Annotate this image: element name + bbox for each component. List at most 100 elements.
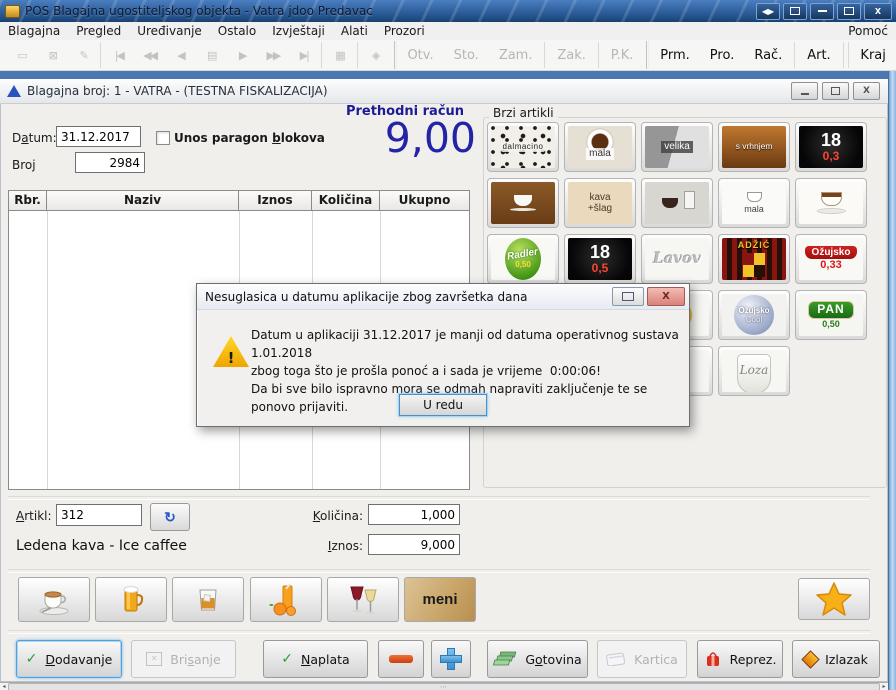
brisanje-button: ✕ Brisanje [131,640,236,678]
scroll-right-arrow-icon[interactable]: ▸ [880,683,888,690]
dialog-message-line: Datum u aplikaciji 31.12.2017 je manji o… [251,326,679,362]
check-icon: ✓ [281,651,293,667]
quick-item-ozujsko-cool[interactable]: Ožujsko Cool [718,290,790,340]
menu-item[interactable]: Ostalo [210,24,264,38]
quick-item-kava-mala[interactable]: mala [564,122,636,172]
gift-bag-icon [704,650,722,668]
quick-item-kava-s-vrhnjem[interactable]: s vrhnjem [718,122,790,172]
app-icon [5,5,20,18]
quick-item-radler[interactable]: Radler 0,50 [487,234,559,284]
reprez-button[interactable]: Reprez. [697,640,783,678]
close-button[interactable]: X [864,3,892,20]
quick-item-kava-velika[interactable]: velika [641,122,713,172]
category-wine-button[interactable] [327,577,399,622]
window-menu-icon[interactable] [783,3,807,20]
toolbar-button-sto: Sto. [444,48,489,63]
paragon-checkbox[interactable] [156,131,170,145]
menu-bar: BlagajnaPregledUređivanjeOstaloIzvještaj… [0,22,896,41]
menu-item[interactable]: Pregled [68,24,129,38]
dodavanje-button[interactable]: ✓ Dodavanje [16,640,122,678]
pos-minimize-button[interactable] [791,82,818,100]
category-juice-button[interactable] [250,577,322,622]
quick-item-adzic[interactable]: ADŽIĆ [718,234,790,284]
pos-restore-button[interactable] [822,82,849,100]
star-icon [815,581,853,617]
naplata-button[interactable]: ✓ Naplata [263,640,368,678]
quick-item-lavov[interactable]: Lavov [641,234,713,284]
quick-item-dalmacino[interactable]: dalmacino [487,122,559,172]
toolbar-item [100,42,101,68]
quantity-plus-button[interactable] [431,640,471,678]
quick-item-kava-3[interactable] [795,178,867,228]
category-meni-button[interactable]: meni [404,577,476,622]
menu-item-help[interactable]: Pomoć [840,24,896,38]
quick-item-ozujsko-033[interactable]: Ožujsko 0,33 [795,234,867,284]
pos-close-button[interactable]: X [853,82,880,100]
dialog-help-button[interactable] [612,287,644,306]
toolbar-button-art[interactable]: Art. [797,48,840,63]
toolbar-button-kraj[interactable]: Kraj [850,48,895,63]
next-record-icon: ▶ [227,42,258,68]
scrollbar-thumb[interactable]: ⋯ [8,683,880,690]
table-header-row: Rbr.NazivIznosKoličinaUkupno [9,191,469,211]
date-warning-dialog: Nesuglasica u datumu aplikacije zbog zav… [196,283,690,427]
quantity-minus-button[interactable] [378,640,424,678]
menu-item[interactable]: Blagajna [0,24,68,38]
artikl-input[interactable] [56,504,142,526]
quick-item-kava-slag[interactable]: kava +šlag [564,178,636,228]
menu-item[interactable]: Alati [333,24,376,38]
wine-glasses-icon [343,583,383,617]
toolbar-button-pro[interactable]: Pro. [700,48,745,63]
maximize-button[interactable] [837,3,861,20]
minus-icon [389,655,413,663]
broj-label: Broj [12,158,36,172]
quick-item-kava-set[interactable] [641,178,713,228]
window-pin-icon[interactable]: ◀▶ [756,3,780,20]
toolbar-item [394,41,395,69]
tag-icon: ◈ [360,42,391,68]
gotovina-button[interactable]: Gotovina [487,640,588,678]
horizontal-scrollbar[interactable]: ◂ ⋯ ▸ [0,682,888,690]
pos-window-controls: X [791,82,888,100]
prev-record-icon: ◀ [165,42,196,68]
refresh-article-button[interactable]: ↻ [150,503,190,531]
quick-item-loza[interactable]: Loza [718,346,790,396]
toolbar-button-prm[interactable]: Prm. [650,48,700,63]
quick-item-pivo-18-05[interactable]: 18 0,5 [564,234,636,284]
artikl-label: Artikl: [16,509,52,523]
kartica-button: Kartica [597,640,687,678]
kolicina-input[interactable] [368,504,460,525]
delete-record-icon: ⊠ [37,42,68,68]
article-name: Ledena kava - Ice caffee [16,538,187,554]
broj-input[interactable] [75,152,145,173]
table-header-cell: Ukupno [380,191,469,211]
section-divider [8,569,870,573]
dialog-close-button: X [647,287,685,306]
menu-item[interactable]: Prozori [376,24,433,38]
toolbar-button-rac[interactable]: Rač. [744,48,792,63]
datum-input[interactable] [56,126,141,147]
ok-button[interactable]: U redu [399,394,487,416]
category-beer-button[interactable] [95,577,167,622]
scroll-left-arrow-icon[interactable]: ◂ [0,683,8,690]
quick-item-pivo-18-03[interactable]: 18 0,3 [795,122,867,172]
menu-item[interactable]: Izvještaji [264,24,333,38]
exit-diamond-icon [801,650,819,668]
menu-item[interactable]: Uređivanje [129,24,210,38]
toolbar-button-otv: Otv. [397,48,443,63]
iznos-input[interactable] [368,534,460,555]
favorites-star-button[interactable] [798,578,870,620]
toolbar-item [848,42,849,68]
minimize-button[interactable] [810,3,834,20]
category-spirits-button[interactable] [172,577,244,622]
izlazak-button[interactable]: Izlazak [792,640,880,678]
toolbar-button-zak: Zak. [547,48,596,63]
table-header-cell: Iznos [239,191,312,211]
dialog-titlebar: Nesuglasica u datumu aplikacije zbog zav… [197,284,689,310]
quick-item-kava-mala-2[interactable]: mala [718,178,790,228]
window-right-border [888,71,896,690]
quick-item-pan[interactable]: PAN 0,50 [795,290,867,340]
category-coffee-button[interactable] [18,577,90,622]
fast-prev-icon: ◀◀ [134,42,165,68]
quick-item-kava-2[interactable] [487,178,559,228]
